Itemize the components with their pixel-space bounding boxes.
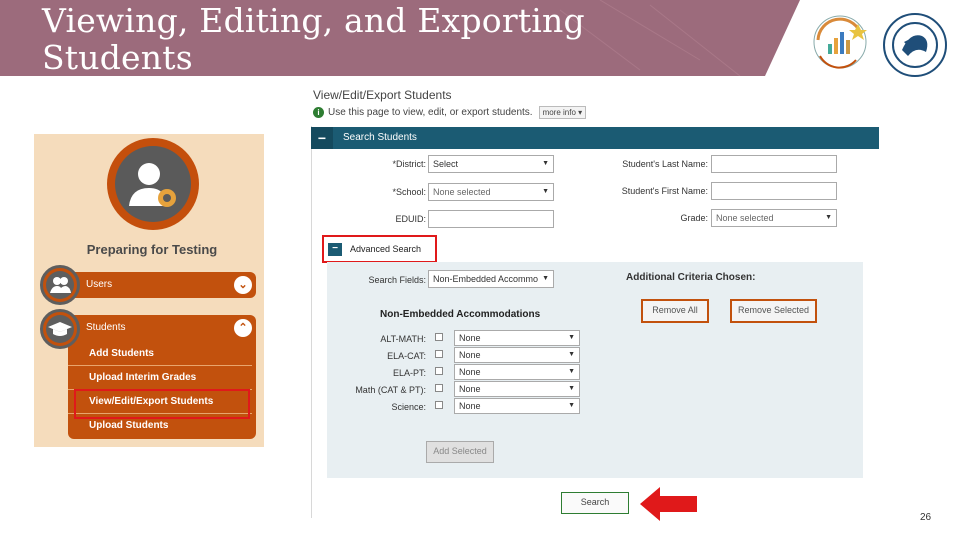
add-selected-button[interactable]: Add Selected [426, 441, 494, 463]
search-fields-select[interactable]: Non-Embedded Accommo ▼ [428, 270, 554, 288]
info-line: i Use this page to view, edit, or export… [313, 106, 587, 119]
submenu-upload-students[interactable]: Upload Students [89, 420, 269, 431]
math-select[interactable]: None ▼ [454, 381, 580, 397]
district-value: Select [433, 159, 459, 169]
caret-down-icon: ▼ [568, 351, 575, 358]
state-seal-logo [883, 13, 947, 77]
alt-math-value: None [459, 333, 481, 343]
caret-down-icon: ▼ [542, 160, 549, 167]
ela-pt-label: ELA-PT: [392, 368, 426, 378]
district-select[interactable]: Select ▼ [428, 155, 554, 173]
criteria-heading: Additional Criteria Chosen: [626, 272, 756, 283]
science-label: Science: [391, 402, 426, 412]
nea-heading: Non-Embedded Accommodations [380, 309, 541, 320]
school-select[interactable]: None selected ▼ [428, 183, 554, 201]
graduation-cap-icon [40, 309, 80, 349]
ela-pt-select[interactable]: None ▼ [454, 364, 580, 380]
district-label: *District: [392, 159, 427, 169]
remove-all-button[interactable]: Remove All [641, 299, 709, 323]
highlight-box-menu [74, 389, 250, 419]
sidebar-item-users[interactable]: Users ⌄ [40, 265, 256, 305]
sidebar-item-users-label: Users [86, 279, 113, 290]
grade-label: Grade: [680, 213, 708, 223]
sidebar-heading: Preparing for Testing [86, 242, 218, 257]
more-info-button[interactable]: more info ▾ [538, 106, 587, 119]
science-checkbox[interactable] [435, 401, 443, 409]
search-fields-label: Search Fields: [368, 275, 426, 285]
caret-down-icon: ▼ [542, 188, 549, 195]
sidebar-item-students-label: Students [86, 322, 126, 333]
grade-select[interactable]: None selected ▼ [711, 209, 837, 227]
math-value: None [459, 384, 481, 394]
ela-cat-label: ELA-CAT: [387, 351, 426, 361]
eduid-label: EDUID: [395, 214, 426, 224]
title-banner: Viewing, Editing, and Exporting Students [0, 0, 800, 76]
ela-pt-checkbox[interactable] [435, 367, 443, 375]
science-select[interactable]: None ▼ [454, 398, 580, 414]
chevron-up-icon[interactable]: ⌃ [234, 319, 252, 337]
first-name-input[interactable] [711, 182, 837, 200]
section-title: Search Students [343, 132, 417, 143]
alt-math-select[interactable]: None ▼ [454, 330, 580, 346]
ela-cat-select[interactable]: None ▼ [454, 347, 580, 363]
alt-math-label: ALT-MATH: [380, 334, 426, 344]
slide-title-line1: Viewing, Editing, and Exporting [42, 1, 585, 40]
highlight-box-advanced [322, 235, 437, 263]
search-students-header[interactable]: − Search Students [311, 127, 879, 149]
more-info-label: more info [542, 108, 576, 117]
caret-down-icon: ▼ [542, 275, 549, 282]
grade-value: None selected [716, 213, 774, 223]
assessment-logo [813, 15, 867, 69]
page-number: 26 [920, 512, 932, 523]
submenu-divider [68, 365, 252, 366]
caret-down-icon: ▼ [568, 402, 575, 409]
alt-math-checkbox[interactable] [435, 333, 443, 341]
caret-down-icon: ▼ [568, 385, 575, 392]
search-fields-value: Non-Embedded Accommo [433, 274, 539, 284]
slide-title-line2: Students [42, 38, 193, 77]
caret-down-icon: ▼ [568, 334, 575, 341]
ela-cat-value: None [459, 350, 481, 360]
preparing-avatar-icon [107, 138, 199, 230]
caret-down-icon: ▼ [825, 214, 832, 221]
users-icon [40, 265, 80, 305]
page-title: View/Edit/Export Students [313, 88, 452, 102]
ela-pt-value: None [459, 367, 481, 377]
pointer-arrow-icon [640, 487, 697, 521]
slide-title: Viewing, Editing, and Exporting Students [42, 2, 585, 76]
math-label: Math (CAT & PT): [355, 385, 426, 395]
math-checkbox[interactable] [435, 384, 443, 392]
eduid-input[interactable] [428, 210, 554, 228]
ela-cat-checkbox[interactable] [435, 350, 443, 358]
last-name-input[interactable] [711, 155, 837, 173]
caret-down-icon: ▼ [568, 368, 575, 375]
submenu-upload-interim-grades[interactable]: Upload Interim Grades [89, 372, 269, 383]
school-label: *School: [392, 187, 426, 197]
chevron-down-icon[interactable]: ⌄ [234, 276, 252, 294]
science-value: None [459, 401, 481, 411]
page-divider [311, 126, 312, 518]
last-name-label: Student's Last Name: [622, 159, 708, 169]
submenu-add-students[interactable]: Add Students [89, 348, 269, 359]
first-name-label: Student's First Name: [621, 186, 708, 196]
search-button[interactable]: Search [561, 492, 629, 514]
remove-selected-button[interactable]: Remove Selected [730, 299, 817, 323]
info-icon: i [313, 107, 324, 118]
collapse-icon[interactable]: − [311, 127, 333, 149]
info-text: Use this page to view, edit, or export s… [328, 107, 533, 118]
school-value: None selected [433, 187, 491, 197]
